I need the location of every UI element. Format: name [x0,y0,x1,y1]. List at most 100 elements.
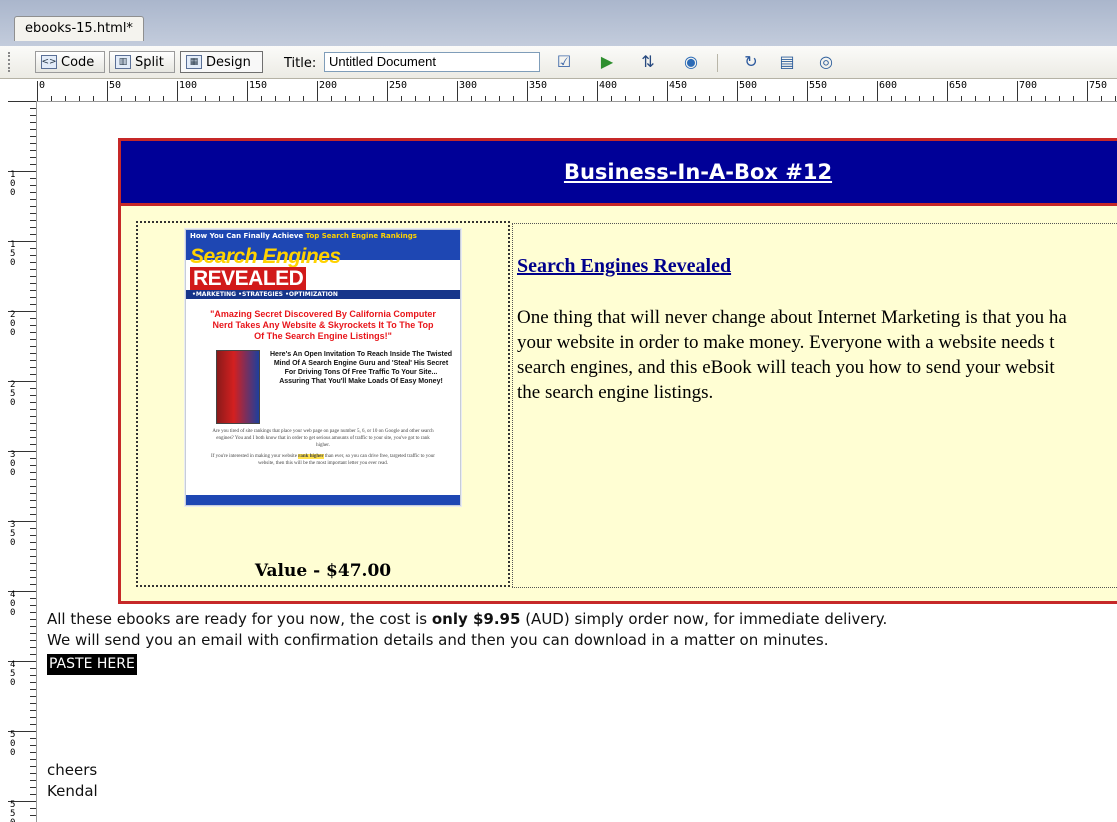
paste-here-selection[interactable]: PASTE HERE [47,654,137,675]
ruler-tick [429,96,430,101]
code-view-button[interactable]: <> Code [35,51,105,73]
ruler-tick [30,640,36,641]
ruler-tick [331,96,332,101]
ruler-tick [30,605,36,606]
product-title-link[interactable]: Search Engines Revealed [517,255,731,278]
design-canvas[interactable]: Business-In-A-Box #12 How You Can Finall… [37,102,1117,822]
title-label: Title: [284,56,317,71]
ruler-tick [1045,96,1046,101]
ruler-label: 350 [529,80,548,91]
cover-headline: "Amazing Secret Discovered By California… [210,309,436,341]
toolbar-grip[interactable] [8,52,15,72]
ruler-tick [303,96,304,101]
ruler-tick [373,96,374,101]
ruler-tick [107,81,108,101]
visual-aids-icon[interactable]: ◎ [815,52,837,72]
ruler-tick [163,96,164,101]
ruler-label: 400 [10,590,16,618]
ruler-tick [709,96,710,101]
product-description-line: One thing that will never change about I… [517,307,1067,328]
ruler-tick [583,96,584,101]
ruler-tick [751,96,752,101]
ruler-tick [611,96,612,101]
ruler-tick [30,752,36,753]
ruler-tick [30,108,36,109]
ruler-tick [1031,96,1032,101]
cover-brand-part1: Search Engines [190,245,341,268]
ruler-label: 750 [1089,80,1108,91]
ruler-tick [779,96,780,101]
ruler-tick [191,96,192,101]
box-title-link[interactable]: Business-In-A-Box #12 [564,160,832,184]
ruler-tick [30,570,36,571]
cover-tagline: How You Can Finally Achieve Top Search E… [186,230,460,240]
ruler-label: 100 [179,80,198,91]
cover-brand-part2: REVEALED [190,267,307,290]
ruler-label: 700 [1019,80,1038,91]
ruler-tick [93,96,94,101]
ruler-tick [485,96,486,101]
file-transfer-icon[interactable]: ⇅ [637,52,659,72]
cover-small-text-2: If you're interested in making your webs… [186,449,460,467]
cover-small-text-2-prefix: If you're interested in making your webs… [211,454,297,459]
ruler-tick [30,710,36,711]
ruler-tick [219,96,220,101]
document-title-input[interactable] [324,51,540,72]
ruler-tick [401,96,402,101]
ebook-cover-image[interactable]: How You Can Finally Achieve Top Search E… [185,229,461,506]
ruler-origin[interactable] [0,79,37,102]
ruler-tick [30,689,36,690]
ruler-tick [30,283,36,284]
ruler-label: 450 [669,80,688,91]
cell-border [512,223,1117,224]
ruler-tick [919,96,920,101]
signoff-greeting: cheers [47,761,98,779]
ruler-tick [30,486,36,487]
ruler-tick [30,402,36,403]
ruler-tick [1003,96,1004,101]
ruler-label: 550 [809,80,828,91]
ruler-label: 650 [949,80,968,91]
design-view-button[interactable]: ▦ Design [180,51,263,73]
vertical-ruler[interactable]: 100 150 200 250 300 350 400 450 500 550 [0,101,37,822]
design-view-icon: ▦ [186,55,202,69]
ruler-tick [30,703,36,704]
image-cell[interactable]: How You Can Finally Achieve Top Search E… [136,221,510,587]
horizontal-ruler[interactable]: 0 50 100 150 200 250 300 350 400 450 500 550 600 650 7… [36,79,1117,102]
ruler-tick [30,507,36,508]
offer-line-2: We will send you an email with confirmat… [47,631,829,649]
ruler-tick [443,96,444,101]
ruler-tick [30,787,36,788]
ruler-tick [289,96,290,101]
ruler-tick [821,96,822,101]
ruler-tick [233,96,234,101]
ruler-tick [30,577,36,578]
refresh-icon[interactable]: ↻ [740,52,762,72]
ruler-tick [30,794,36,795]
preview-browser-icon[interactable]: ▶ [596,52,618,72]
globe-icon[interactable]: ◉ [680,52,702,72]
business-in-a-box-table[interactable]: Business-In-A-Box #12 How You Can Finall… [118,138,1117,604]
view-options-icon[interactable]: ▤ [776,52,798,72]
code-view-icon: <> [41,55,57,69]
split-view-button[interactable]: ▥ Split [109,51,175,73]
signoff-name: Kendal [47,782,98,800]
ruler-tick [30,325,36,326]
ruler-tick [1017,81,1018,101]
ruler-tick [30,493,36,494]
ruler-tick [121,96,122,101]
ruler-tick [30,437,36,438]
validate-icon[interactable]: ☑ [553,52,575,72]
value-text: Value - $47.00 [254,561,392,581]
ruler-tick [30,276,36,277]
ruler-tick [30,269,36,270]
ruler-tick [30,598,36,599]
document-tab[interactable]: ebooks-15.html* [14,16,144,41]
ruler-label: 150 [249,80,268,91]
ruler-label: 350 [10,520,16,548]
ruler-tick [30,479,36,480]
ruler-label: 0 [39,80,46,91]
product-description-line: the search engine listings. [517,382,714,403]
ruler-tick [30,654,36,655]
ruler-label: 250 [10,380,16,408]
